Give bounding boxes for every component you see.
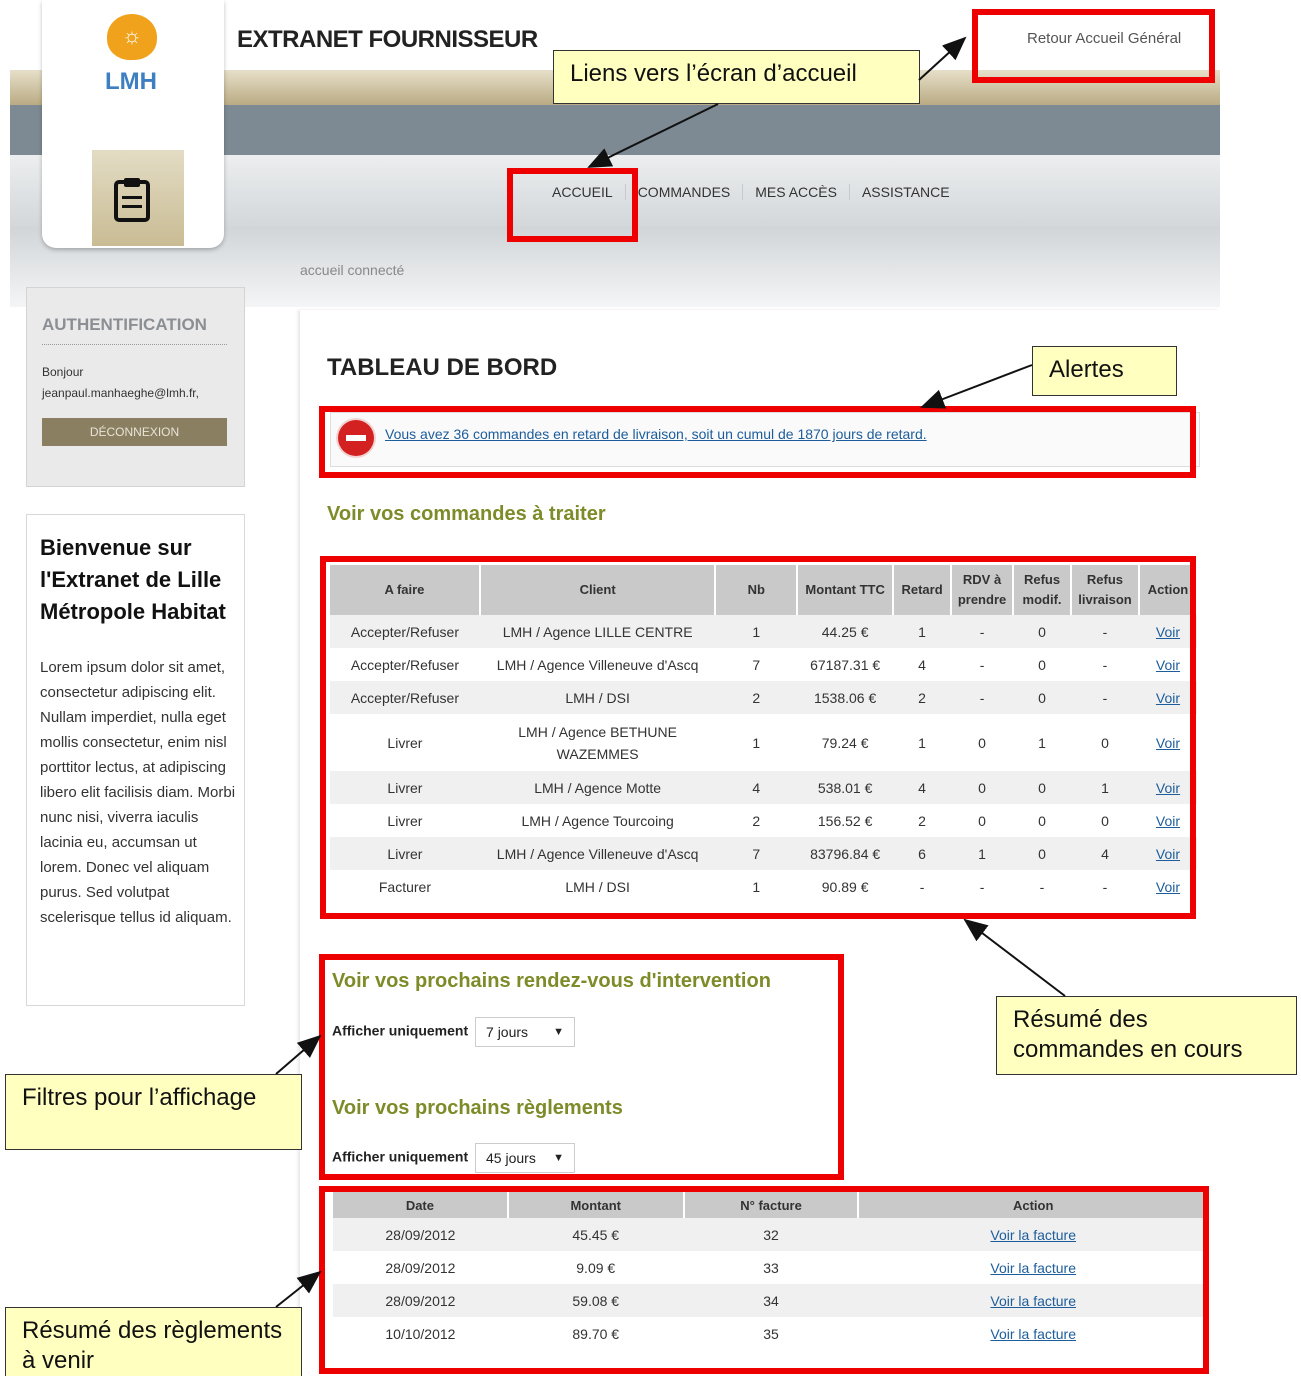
- callout-arrows: [275, 36, 1066, 1308]
